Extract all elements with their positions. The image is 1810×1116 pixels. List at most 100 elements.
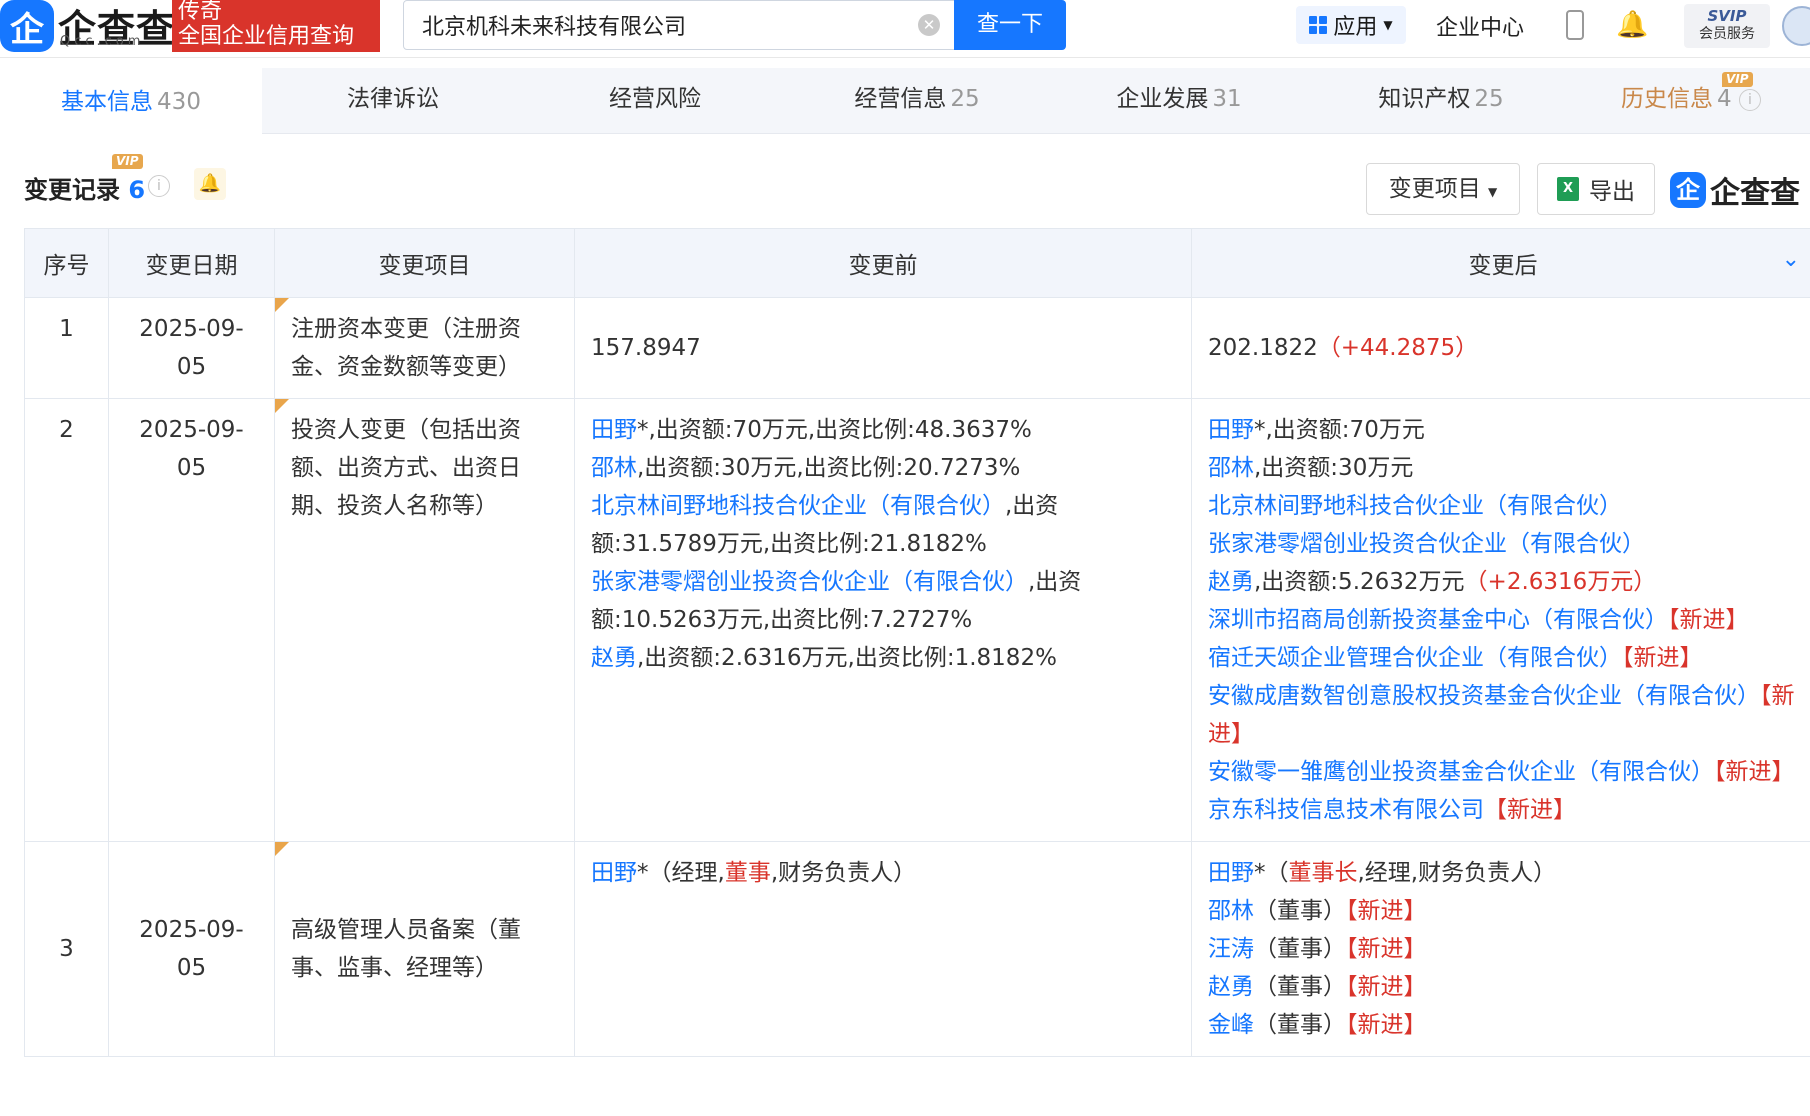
notification-bell-icon[interactable]: 🔔 [1616, 10, 1648, 40]
entity-link[interactable]: 邵林 [591, 455, 637, 481]
info-icon[interactable]: i [148, 175, 170, 197]
change-item-text: 高级管理人员备案（董事、监事、经理等） [291, 917, 521, 981]
entity-link[interactable]: 京东科技信息技术有限公司 [1208, 797, 1484, 823]
col-before: 变更前 [574, 228, 1192, 298]
entity-link[interactable]: 邵林 [1208, 898, 1254, 924]
change-line: 深圳市招商局创新投资基金中心（有限合伙）【新进】 [1208, 601, 1798, 639]
tab-business-info[interactable]: 经营信息 25 [786, 68, 1048, 134]
svip-sub-label: 会员服务 [1699, 26, 1755, 42]
entity-link[interactable]: 田野 [1208, 417, 1254, 443]
entity-link[interactable]: 金峰 [1208, 1012, 1254, 1038]
line-text: ,出资额:2.6316万元,出资比例:1.8182% [637, 645, 1057, 671]
row-before: 田野*,出资额:70万元,出资比例:48.3637% 邵林,出资额:30万元,出资… [574, 398, 1192, 842]
tab-development[interactable]: 企业发展 31 [1048, 68, 1310, 134]
change-line: 北京林间野地科技合伙企业（有限合伙）,出资额:31.5789万元,出资比例:21… [591, 487, 1175, 563]
change-line: 赵勇,出资额:2.6316万元,出资比例:1.8182% [591, 639, 1175, 677]
tab-ip[interactable]: 知识产权 25 [1310, 68, 1572, 134]
section-count: 6 [128, 176, 146, 204]
dropdown-label: 变更项目 [1388, 176, 1481, 202]
entity-link[interactable]: 张家港零熠创业投资合伙企业（有限合伙） [1208, 531, 1645, 557]
company-center-link[interactable]: 企业中心 [1436, 10, 1524, 42]
entity-link[interactable]: 赵勇 [1208, 974, 1254, 1000]
svip-member-button[interactable]: SVIP 会员服务 [1684, 4, 1770, 48]
change-line: 邵林,出资额:30万元,出资比例:20.7273% [591, 449, 1175, 487]
clear-icon[interactable]: ✕ [918, 14, 940, 36]
line-text: （董事） [1254, 1012, 1346, 1038]
qcc-logo-text: 企查查 [1710, 176, 1800, 211]
expand-chevron-icon[interactable]: ⌄ [1782, 247, 1800, 272]
change-item-dropdown[interactable]: 变更项目 ▼ [1366, 163, 1520, 215]
user-avatar[interactable] [1782, 6, 1810, 46]
entity-link[interactable]: 安徽零一雏鹰创业投资基金合伙企业（有限合伙） [1208, 759, 1714, 785]
tab-label: 企业发展 [1116, 86, 1209, 112]
tab-count: 4 [1717, 86, 1732, 112]
row-after: 田野*,出资额:70万元 邵林,出资额:30万元 北京林间野地科技合伙企业（有限合伙… [1191, 398, 1810, 842]
qcc-logo-icon[interactable]: 企 [0, 0, 54, 52]
entity-link[interactable]: 深圳市招商局创新投资基金中心（有限合伙） [1208, 607, 1668, 633]
entity-link[interactable]: 北京林间野地科技合伙企业（有限合伙） [1208, 493, 1622, 519]
tab-history[interactable]: 历史信息 4 i [1572, 68, 1810, 134]
chevron-down-icon: ▼ [1383, 18, 1393, 32]
export-button[interactable]: X 导出 [1537, 163, 1655, 215]
new-entry-tag: 【新进】 [1346, 898, 1427, 924]
change-line: 田野*（董事长,经理,财务负责人） [1208, 854, 1798, 892]
entity-link[interactable]: 宿迁天颂企业管理合伙企业（有限合伙） [1208, 645, 1622, 671]
new-entry-tag: 【新进】 [1714, 759, 1795, 785]
mobile-phone-icon[interactable] [1566, 10, 1584, 40]
entity-link[interactable]: 汪涛 [1208, 936, 1254, 962]
apps-menu[interactable]: 应用 ▼ [1296, 6, 1406, 44]
qcc-logo-domain: Qcc.com [60, 34, 145, 49]
info-icon[interactable]: i [1738, 88, 1761, 111]
chevron-down-icon: ▼ [1488, 185, 1498, 199]
entity-link[interactable]: 邵林 [1208, 455, 1254, 481]
row-after: 202.1822（+44.2875） [1191, 297, 1810, 399]
change-line: 赵勇,出资额:5.2632万元（+2.6316万元） [1208, 563, 1798, 601]
tab-count: 25 [1474, 86, 1504, 112]
delta-value: （+2.6316万元） [1464, 569, 1657, 595]
tab-legal[interactable]: 法律诉讼 [262, 68, 524, 134]
tab-business-risk[interactable]: 经营风险 [524, 68, 786, 134]
entity-link[interactable]: 安徽成唐数智创意股权投资基金合伙企业（有限合伙） [1208, 683, 1760, 709]
entity-link[interactable]: 赵勇 [591, 645, 637, 671]
entity-link[interactable]: 田野 [591, 417, 637, 443]
monitor-bell-icon[interactable]: 🔔 [194, 168, 226, 200]
apps-label: 应用 [1333, 15, 1378, 40]
section-title: 变更记录 6 [24, 170, 145, 205]
change-line: 安徽成唐数智创意股权投资基金合伙企业（有限合伙）【新进】 [1208, 677, 1798, 753]
delta-value: （+44.2875） [1317, 335, 1479, 361]
entity-link[interactable]: 张家港零熠创业投资合伙企业（有限合伙） [591, 569, 1028, 595]
line-text: *,出资额:70万元 [1254, 417, 1425, 443]
row-index: 1 [24, 297, 109, 399]
line-text: *（经理, [637, 860, 725, 886]
new-entry-tag: 【新进】 [1668, 607, 1749, 633]
row-after: 田野*（董事长,经理,财务负责人） 邵林（董事）【新进】 汪涛（董事）【新进】 赵勇（… [1191, 841, 1810, 1057]
tab-label: 法律诉讼 [347, 86, 439, 112]
promo-banner[interactable]: 传奇 全国企业信用查询 [172, 0, 380, 52]
change-line: 赵勇（董事）【新进】 [1208, 968, 1798, 1006]
change-line: 田野*,出资额:70万元 [1208, 411, 1798, 449]
entity-link[interactable]: 赵勇 [1208, 569, 1254, 595]
row-index: 3 [24, 841, 109, 1057]
row-date: 2025-09-05 [108, 841, 275, 1057]
corner-marker-icon [275, 842, 289, 856]
entity-link[interactable]: 田野 [1208, 860, 1254, 886]
change-line: 张家港零熠创业投资合伙企业（有限合伙）,出资额:10.5263万元,出资比例:7… [591, 563, 1175, 639]
table-row: 2 2025-09-05 投资人变更（包括出资额、出资方式、出资日期、投资人名称等）… [24, 398, 1810, 842]
new-entry-tag: 【新进】 [1622, 645, 1703, 671]
search-input[interactable] [404, 1, 904, 49]
tab-label: 基本信息 [61, 89, 154, 115]
col-date: 变更日期 [108, 228, 275, 298]
line-text: ,经理,财务负责人） [1357, 860, 1557, 886]
col-after: 变更后 ⌄ [1191, 228, 1810, 298]
section-title-text: 变更记录 [24, 176, 120, 204]
tab-basic-info[interactable]: 基本信息 430 [0, 68, 262, 134]
tab-label: 历史信息 [1621, 86, 1714, 112]
col-index: 序号 [24, 228, 109, 298]
svip-label: SVIP [1707, 7, 1747, 25]
entity-link[interactable]: 北京林间野地科技合伙企业（有限合伙） [591, 493, 1005, 519]
change-line: 汪涛（董事）【新进】 [1208, 930, 1798, 968]
entity-link[interactable]: 田野 [591, 860, 637, 886]
line-text: （董事） [1254, 898, 1346, 924]
search-button[interactable]: 查一下 [954, 0, 1066, 50]
change-line: 安徽零一雏鹰创业投资基金合伙企业（有限合伙）【新进】 [1208, 753, 1798, 791]
